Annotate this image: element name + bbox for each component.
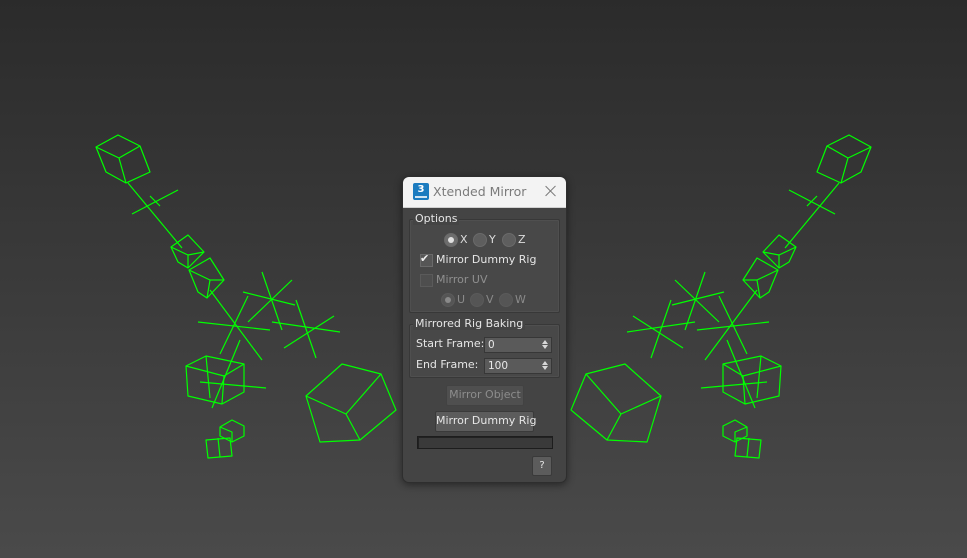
right-dummy-rig	[570, 134, 872, 459]
mirror-dummy-rig-button[interactable]: Mirror Dummy Rig	[435, 411, 536, 432]
start-frame-spinner	[484, 337, 552, 353]
uv-axis-w-label: W	[515, 293, 526, 306]
checkmark-icon: ✔	[420, 252, 430, 265]
checkbox-box: ✔	[420, 252, 433, 267]
dialog-titlebar[interactable]: 3 Xtended Mirror	[403, 177, 566, 208]
options-group-label: Options	[413, 212, 460, 225]
radio-indicator	[502, 233, 516, 247]
mirror-uv-checkbox[interactable]: Mirror UV	[420, 273, 500, 287]
mirror-dummy-rig-checkbox[interactable]: ✔ Mirror Dummy Rig	[420, 252, 536, 267]
uv-axis-radio-group: U V W	[441, 293, 541, 307]
help-button[interactable]: ?	[532, 456, 552, 476]
axis-x-label: X	[460, 233, 468, 246]
radio-indicator	[470, 293, 484, 307]
dialog-title: Xtended Mirror	[433, 184, 527, 199]
rig-baking-group-label: Mirrored Rig Baking	[413, 317, 526, 330]
uv-axis-w-radio[interactable]: W	[499, 293, 543, 307]
start-frame-input[interactable]	[485, 338, 540, 352]
end-frame-input[interactable]	[485, 359, 540, 373]
mirror-uv-label: Mirror UV	[436, 273, 488, 286]
end-frame-label: End Frame:	[416, 358, 479, 371]
left-dummy-rig	[95, 134, 397, 459]
radio-indicator	[444, 233, 458, 247]
radio-indicator	[499, 293, 513, 307]
axis-radio-group: X Y Z	[444, 233, 544, 247]
radio-indicator	[473, 233, 487, 247]
close-icon[interactable]	[542, 182, 560, 200]
axis-z-radio[interactable]: Z	[502, 233, 546, 247]
mirror-object-button[interactable]: Mirror Object	[446, 385, 524, 406]
spinner-down-icon[interactable]	[541, 366, 549, 372]
start-frame-label: Start Frame:	[416, 337, 485, 350]
uv-axis-u-label: U	[457, 293, 466, 306]
spinner-down-icon[interactable]	[541, 345, 549, 351]
radio-indicator	[441, 293, 455, 307]
uv-axis-v-label: V	[486, 293, 494, 306]
rig-baking-group: Mirrored Rig Baking Start Frame: End Fra…	[409, 317, 560, 378]
end-frame-spinner	[484, 358, 552, 374]
axis-z-label: Z	[518, 233, 526, 246]
options-group: Options X Y Z ✔ Mirror Dummy Rig Mirror …	[409, 212, 560, 313]
checkbox-box	[420, 274, 433, 287]
axis-y-label: Y	[489, 233, 496, 246]
progress-bar	[417, 436, 553, 449]
xtended-mirror-dialog: 3 Xtended Mirror Options X Y Z ✔ Mirror …	[402, 176, 567, 483]
mirror-dummy-rig-label: Mirror Dummy Rig	[436, 253, 537, 266]
3ds-max-app-icon: 3	[413, 183, 429, 200]
